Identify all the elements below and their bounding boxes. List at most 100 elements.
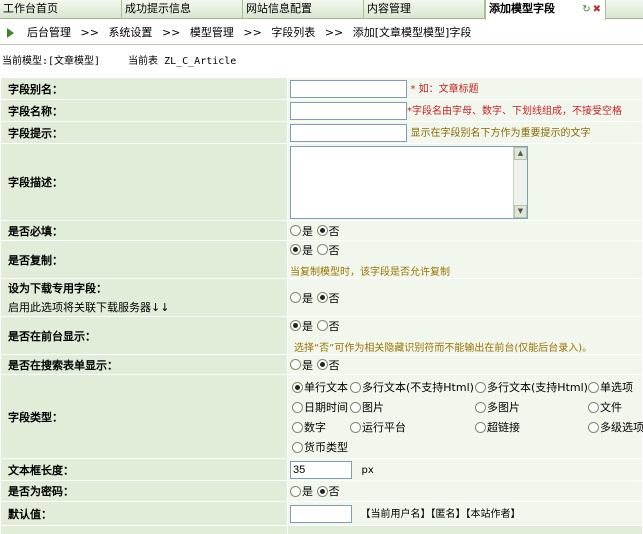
type-radio-platform[interactable] — [350, 422, 361, 433]
search-no-radio[interactable] — [316, 359, 328, 370]
required-no-radio[interactable] — [316, 225, 328, 236]
password-label: 是否为密码： — [0, 480, 288, 502]
breadcrumb-system-settings[interactable]: 系统设置 — [108, 26, 152, 39]
type-option-label: 多图片 — [487, 400, 520, 414]
tab-content-management[interactable]: 内容管理 — [364, 0, 485, 19]
default-value-links[interactable]: 【当前用户名】【匿名】【本站作者】 — [361, 509, 521, 520]
type-radio-number[interactable] — [292, 422, 303, 433]
type-radio-multilevel[interactable] — [588, 422, 599, 433]
download-no-radio[interactable] — [316, 292, 328, 303]
refresh-icon[interactable]: ↻ — [582, 4, 590, 15]
download-yes-label: 是 — [302, 291, 313, 305]
tab-add-model-field[interactable]: 添加模型字段 ↻ ✖ — [485, 0, 606, 20]
download-yes-radio[interactable] — [290, 292, 301, 303]
type-radio-image[interactable] — [350, 402, 361, 413]
tip-label: 字段提示： — [0, 121, 288, 144]
required-yes-radio[interactable] — [290, 225, 301, 236]
type-radio-multiline-nohtml[interactable] — [350, 382, 361, 393]
copy-yes-label: 是 — [302, 243, 313, 257]
breadcrumb-separator: >> — [243, 26, 262, 39]
breadcrumb-separator: >> — [161, 26, 181, 39]
model-info: 当前模型:[文章模型] 当前表 ZL_C_Article — [2, 52, 236, 67]
type-option-label: 单行文本 — [304, 380, 348, 394]
type-radio-file[interactable] — [588, 402, 599, 413]
tab-site-config[interactable]: 网站信息配置 — [243, 0, 364, 19]
tip-input[interactable] — [290, 123, 407, 142]
type-option-label: 文件 — [600, 400, 622, 414]
name-label: 字段名称： — [0, 99, 288, 122]
breadcrumb-current: 添加[文章模型模型]字段 — [352, 26, 472, 39]
length-label: 文本框长度： — [0, 458, 288, 481]
front-no-radio[interactable] — [316, 320, 328, 331]
breadcrumb-separator: >> — [80, 26, 99, 39]
copy-no-label: 否 — [328, 243, 340, 257]
name-hint: *字段名由字母、数字、下划线组成，不接受空格 — [407, 105, 622, 117]
tab-bar: 工作台首页 成功提示信息 网站信息配置 内容管理 添加模型字段 ↻ ✖ — [0, 0, 643, 20]
length-input[interactable] — [290, 460, 352, 479]
search-yes-radio[interactable] — [290, 359, 301, 370]
type-radio-single-option[interactable] — [588, 382, 599, 393]
form-footer-right — [287, 525, 643, 534]
type-radio-multiline-html[interactable] — [475, 382, 486, 393]
password-yes-label: 是 — [302, 485, 313, 498]
download-sublabel: 启用此选项将关联下载服务器↓↓ — [8, 301, 170, 314]
type-option-label: 多行文本(支持Html) — [487, 380, 588, 394]
type-option-label: 运行平台 — [362, 420, 406, 434]
scrollbar[interactable]: ▲ ▼ — [513, 146, 527, 218]
password-no-label: 否 — [328, 485, 340, 498]
tab-workbench-home[interactable]: 工作台首页 — [0, 0, 122, 19]
copy-label: 是否复制： — [0, 240, 288, 279]
type-option-label: 货币类型 — [304, 440, 348, 454]
download-label: 设为下载专用字段： — [8, 282, 107, 295]
breadcrumb-model-management[interactable]: 模型管理 — [190, 26, 234, 39]
tip-hint: 显示在字段别名下方作为重要提示的文字 — [410, 127, 591, 139]
current-table: 当前表 ZL_C_Article — [128, 56, 237, 67]
front-no-label: 否 — [328, 319, 340, 333]
alias-hint: * 如：文章标题 — [410, 83, 479, 95]
type-radio-datetime[interactable] — [292, 402, 303, 413]
default-label: 默认值： — [0, 501, 288, 526]
type-option-label: 数字 — [304, 420, 326, 434]
alias-input[interactable] — [290, 79, 407, 98]
front-yes-radio[interactable] — [290, 320, 301, 331]
tab-label: 工作台首页 — [3, 2, 58, 15]
close-icon[interactable]: ✖ — [593, 4, 601, 15]
download-no-label: 否 — [328, 291, 340, 305]
copy-yes-radio[interactable] — [290, 244, 301, 255]
download-label-cell: 设为下载专用字段： 启用此选项将关联下载服务器↓↓ — [0, 278, 288, 317]
alias-label: 字段别名： — [0, 77, 288, 100]
scroll-up-icon[interactable]: ▲ — [514, 146, 527, 160]
length-unit: px — [361, 464, 374, 476]
default-input[interactable] — [290, 504, 352, 523]
required-no-label: 否 — [328, 224, 340, 238]
breadcrumb-field-list[interactable]: 字段列表 — [271, 26, 315, 39]
copy-no-radio[interactable] — [316, 244, 328, 255]
tab-label: 添加模型字段 — [489, 2, 555, 15]
type-radio-currency[interactable] — [292, 442, 303, 453]
field-form: 字段别名： * 如：文章标题 字段名称： *字段名由字母、数字、下划线组成，不接… — [0, 77, 643, 534]
search-yes-label: 是 — [302, 358, 313, 372]
type-radio-hyperlink[interactable] — [475, 422, 486, 433]
type-label: 字段类型： — [0, 374, 288, 459]
breadcrumb: 后台管理 >> 系统设置 >> 模型管理 >> 字段列表 >> 添加[文章模型模… — [0, 21, 643, 45]
type-radio-multi-image[interactable] — [475, 402, 486, 413]
breadcrumb-admin[interactable]: 后台管理 — [27, 26, 71, 39]
front-hint: 选择“否”可作为相关隐藏识别符而不能输出在前台(仅能后台录入)。 — [294, 342, 593, 354]
password-no-radio[interactable] — [316, 485, 328, 497]
front-yes-label: 是 — [302, 319, 313, 333]
tab-success-info[interactable]: 成功提示信息 — [122, 0, 243, 19]
breadcrumb-separator: >> — [324, 26, 344, 39]
type-radio-single-line[interactable] — [292, 382, 303, 393]
desc-textarea[interactable]: ▲ ▼ — [290, 145, 528, 219]
current-model: 当前模型:[文章模型] — [2, 56, 101, 67]
type-option-label: 单选项 — [600, 380, 633, 394]
password-yes-radio[interactable] — [290, 485, 301, 497]
scroll-down-icon[interactable]: ▼ — [514, 204, 527, 218]
tab-label: 网站信息配置 — [246, 2, 312, 15]
tab-label: 成功提示信息 — [125, 2, 191, 15]
name-input[interactable] — [290, 101, 407, 120]
search-label: 是否在搜索表单显示： — [0, 354, 288, 375]
type-option-label: 日期时间 — [304, 400, 348, 414]
type-options: 单行文本 多行文本(不支持Html) 多行文本(支持Html) 单选项 日期时间… — [290, 377, 643, 457]
front-label: 是否在前台显示： — [0, 316, 288, 355]
